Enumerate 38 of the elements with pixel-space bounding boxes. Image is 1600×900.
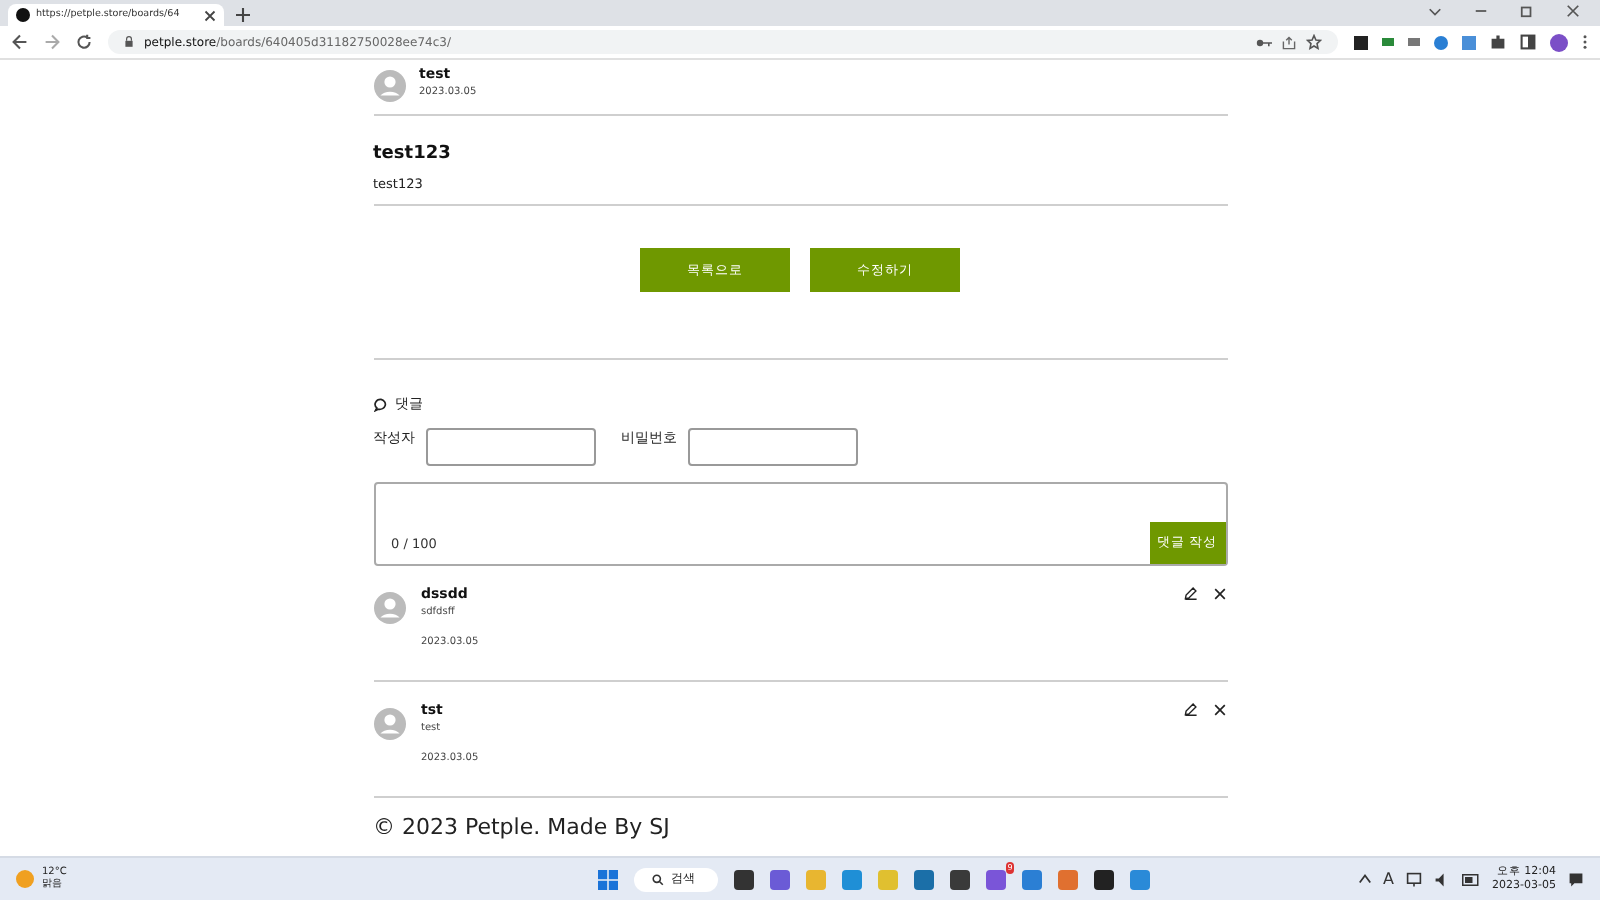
notification-icon[interactable]: [1568, 871, 1584, 887]
footer-text: © 2023 Petple. Made By SJ: [373, 814, 672, 840]
reload-icon[interactable]: [76, 34, 92, 50]
comment-icon: [373, 397, 387, 411]
close-icon[interactable]: [1566, 3, 1580, 17]
new-tab-icon[interactable]: [236, 8, 250, 22]
restore-icon[interactable]: [1520, 3, 1534, 17]
password-field[interactable]: [687, 428, 857, 466]
key-icon[interactable]: [1256, 37, 1272, 47]
back-icon[interactable]: [12, 34, 28, 50]
battery-icon[interactable]: [1462, 873, 1481, 885]
pencil-icon[interactable]: [1183, 702, 1197, 716]
monitor-icon[interactable]: [1406, 871, 1423, 887]
close-icon[interactable]: [204, 9, 216, 21]
share-icon[interactable]: [1282, 35, 1296, 49]
site-icon: [16, 8, 30, 22]
lock-icon: [124, 36, 134, 48]
writer-field[interactable]: [425, 428, 595, 466]
input-method-indicator[interactable]: A: [1383, 870, 1395, 888]
taskbar-app-icon[interactable]: [950, 869, 971, 889]
taskbar-app-icon[interactable]: [734, 869, 755, 889]
windows-start-icon[interactable]: [598, 869, 619, 889]
sidebar-icon[interactable]: [1520, 34, 1536, 50]
more-icon[interactable]: [1582, 34, 1588, 50]
profile-avatar[interactable]: [1550, 33, 1568, 51]
chevron-icon[interactable]: [1428, 3, 1442, 17]
delete-icon[interactable]: [1213, 703, 1225, 715]
avatar-icon: [373, 592, 405, 624]
post-title: test123: [373, 144, 453, 164]
avatar-icon: [373, 708, 405, 740]
pencil-icon[interactable]: [1183, 586, 1197, 600]
avatar-icon: [373, 69, 405, 101]
search-icon: [652, 873, 665, 885]
chevron-up-icon[interactable]: [1357, 872, 1372, 886]
delete-icon[interactable]: [1213, 587, 1225, 599]
taskbar-app-icon[interactable]: [1094, 869, 1115, 889]
star-icon[interactable]: [1306, 34, 1322, 50]
puzzle-icon[interactable]: [1490, 34, 1506, 50]
